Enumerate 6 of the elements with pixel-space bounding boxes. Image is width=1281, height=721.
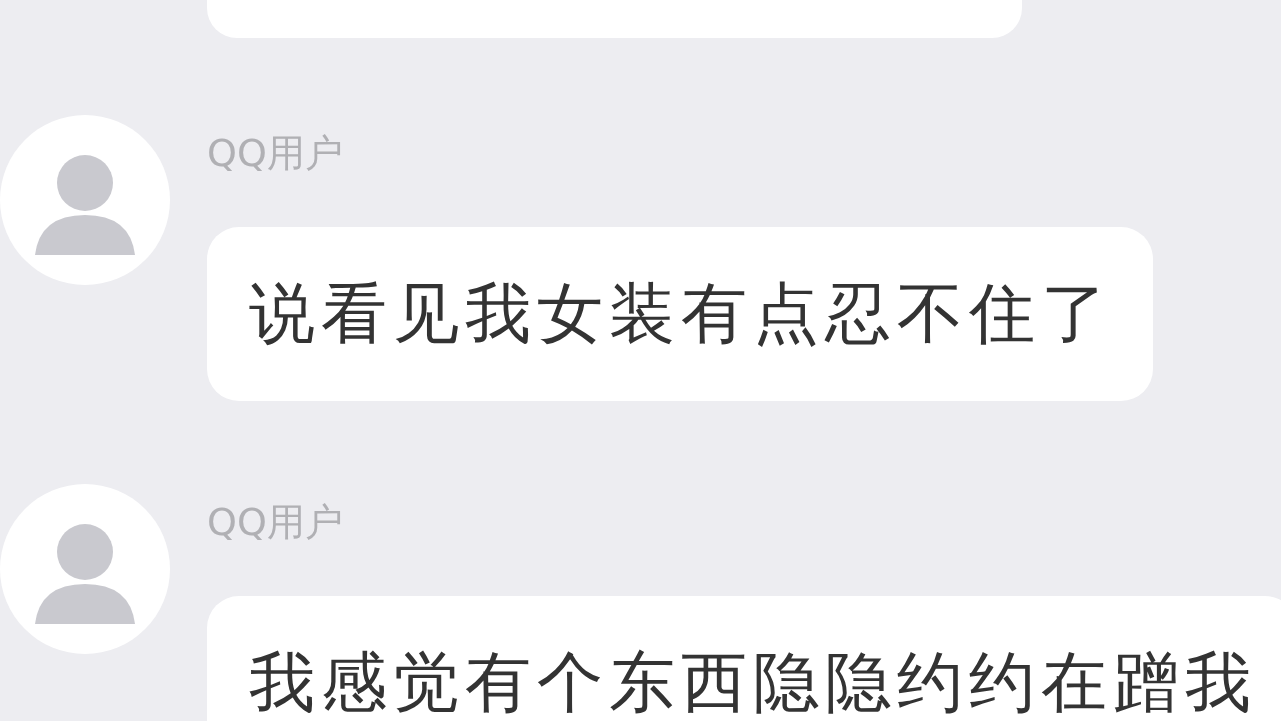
message-bubble: 我感觉有个东西隐隐约约在蹭我 xyxy=(207,596,1281,721)
avatar-icon xyxy=(0,115,170,285)
sender-name: QQ用户 xyxy=(207,500,343,544)
sender-name: QQ用户 xyxy=(207,131,343,175)
message-bubble: 说看见我女装有点忍不住了 xyxy=(207,227,1153,401)
avatar-icon xyxy=(0,484,170,654)
